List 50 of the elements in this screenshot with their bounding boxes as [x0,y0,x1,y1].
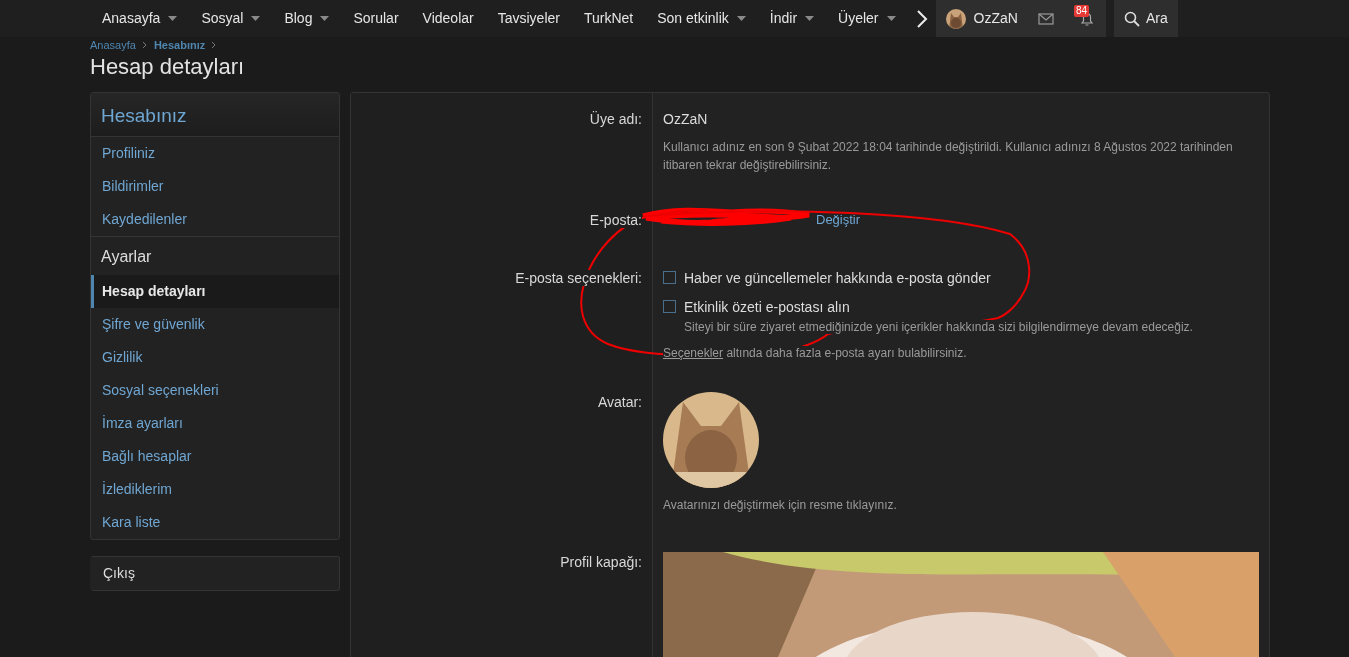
field-label: E-posta seçenekleri: [515,269,642,286]
sidebar-item[interactable]: Profiliniz [91,136,339,170]
checkbox-label: Haber ve güncellemeler hakkında e-posta gönder [684,269,991,286]
nav-link[interactable]: TurkNet [571,0,646,37]
envelope-icon[interactable] [1037,12,1054,25]
nav-link[interactable]: Anasayfa [90,0,190,37]
nav-link[interactable]: Videolar [410,0,486,37]
nav-link[interactable]: Sosyal [189,0,273,37]
sidebar-item[interactable]: Kara liste [91,505,339,539]
checkbox[interactable] [663,270,676,284]
sidebar-item[interactable]: Şifre ve güvenlik [91,307,339,341]
nav-link[interactable]: Blog [272,0,342,37]
breadcrumb-link[interactable]: Anasayfa [90,36,136,54]
search-icon [1123,10,1140,27]
chevron-right-icon[interactable] [915,8,928,29]
options-link[interactable]: Seçenekler [663,345,724,360]
chevron-right-icon [141,41,148,49]
username-value: OzZaN [663,110,709,130]
sidebar-item[interactable]: Gizlilik [91,340,339,374]
sidebar-item[interactable]: Sosyal seçenekleri [91,373,339,407]
field-label: Üye adı: [589,111,642,128]
chevron-right-icon [211,41,218,49]
breadcrumb-link[interactable]: Hesabınız [153,36,206,54]
checkbox-label: Etkinlik özeti e-postası alın [684,298,850,315]
sidebar-item[interactable]: Kaydedilenler [91,202,339,236]
nav-link[interactable]: İndir [757,0,827,37]
help-text: Seçenekler altında daha fazla e-posta ayarı bulabilirsiniz. [663,344,968,362]
change-link[interactable]: Değiştir [816,212,861,228]
field-label: E-posta: [589,212,642,229]
sidebar-item[interactable]: Bildirimler [91,169,339,203]
user-menu[interactable]: OzZaN [945,8,1018,29]
help-text: Kullanıcı adınız en son 9 Şubat 2022 18:04 tarihinde değiştirildi. Kullanıcı adınızı 8 Ağustos 2022 tarihinden itibaren tekrar değiştirebilirsiniz. [663,139,1234,175]
sidebar-item[interactable]: Hesap detayları [91,274,339,308]
help-text: Siteyi bir süre ziyaret etmediğinizde yeni içerikler hakkında sizi bilgilendirmeye devam edeceğiz. [684,319,1193,334]
sidebar-item[interactable]: Bağlı hesaplar [91,439,339,473]
checkbox[interactable] [663,299,676,313]
logout-link[interactable]: Çıkış [90,555,340,591]
nav-link[interactable]: Üyeler [826,0,908,37]
sidebar-item[interactable]: İzlediklerim [91,472,339,506]
page-title: Hesap detayları [90,54,246,81]
sidebar-header: Hesabınız [91,93,339,137]
help-text: Avatarınızı değiştirmek için resme tıklayınız. [663,496,898,514]
section-heading: Ayarlar [91,235,339,275]
nav-link[interactable]: Tavsiyeler [485,0,572,37]
nav-link[interactable]: Son etkinlik [645,0,758,37]
notification-count: 84 [1073,4,1089,17]
nav-link[interactable]: Sorular [341,0,411,37]
field-label: Profil kapağı: [560,553,642,570]
search-button[interactable]: Ara [1113,0,1178,37]
sidebar-item[interactable]: İmza ayarları [91,406,339,440]
